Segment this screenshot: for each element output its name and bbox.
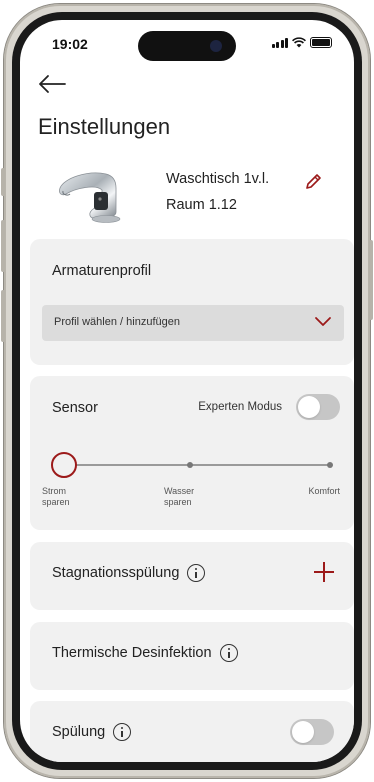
slider-stop-wasser[interactable] [187,462,193,468]
expert-mode-toggle[interactable] [296,394,340,420]
page-title: Einstellungen [38,114,171,139]
thermal-label: Thermische Desinfektion [52,644,212,661]
slider-label-strom: Strom sparen [42,486,70,507]
sensor-label: Sensor [52,400,98,416]
profile-select-placeholder: Profil wählen / hinzufügen [54,316,180,328]
rinse-toggle[interactable] [290,719,334,745]
sensor-card: Sensor Experten Modus Strom sparen Wasse… [30,376,354,530]
info-icon[interactable] [219,644,238,662]
status-icons [271,37,332,48]
dynamic-island [138,31,236,61]
status-time: 19:02 [52,36,88,52]
signal-icon [271,38,288,48]
rinse-label: Spülung [52,723,106,740]
plus-icon[interactable] [314,562,334,582]
profile-select[interactable]: Profil wählen / hinzufügen [42,305,344,341]
toggle-knob [292,721,314,743]
info-icon[interactable] [113,723,132,741]
app-screen: 19:02 Einstellungen Waschtisch 1v.l. Rau… [20,20,354,762]
mute-switch [1,168,5,196]
slider-label-wasser: Wasser sparen [164,486,195,507]
armaturenprofil-label: Armaturenprofil [52,263,152,279]
device-name: Waschtisch 1v.l. [166,171,270,187]
power-button [369,240,373,320]
armaturenprofil-card: Armaturenprofil Profil wählen / hinzufüg… [30,239,354,365]
thermal-label-row: Thermische Desinfektion [52,644,238,662]
toggle-knob [298,396,320,418]
back-arrow-icon[interactable] [38,72,68,96]
faucet-image [59,172,121,223]
volume-down-button [1,290,5,342]
battery-icon [310,37,332,48]
stagnation-label-row: Stagnationsspülung [52,564,206,582]
camera-icon [210,40,222,52]
volume-up-button [1,220,5,272]
rinse-label-row: Spülung [52,723,132,741]
stagnation-label: Stagnationsspülung [52,564,180,581]
sensor-slider-track[interactable] [64,464,330,466]
stagnation-card[interactable]: Stagnationsspülung [30,542,354,610]
edit-pencil-icon[interactable] [303,172,323,192]
sensor-slider-handle[interactable] [51,452,77,478]
slider-label-komfort: Komfort [308,486,340,496]
expert-mode-label: Experten Modus [198,401,282,413]
slider-stop-komfort[interactable] [327,462,333,468]
wifi-icon [292,37,306,48]
thermal-card[interactable]: Thermische Desinfektion [30,622,354,690]
chevron-down-icon [315,317,331,326]
rinse-card: Spülung [30,701,354,762]
device-room: Raum 1.12 [166,197,237,213]
info-icon[interactable] [187,564,206,582]
